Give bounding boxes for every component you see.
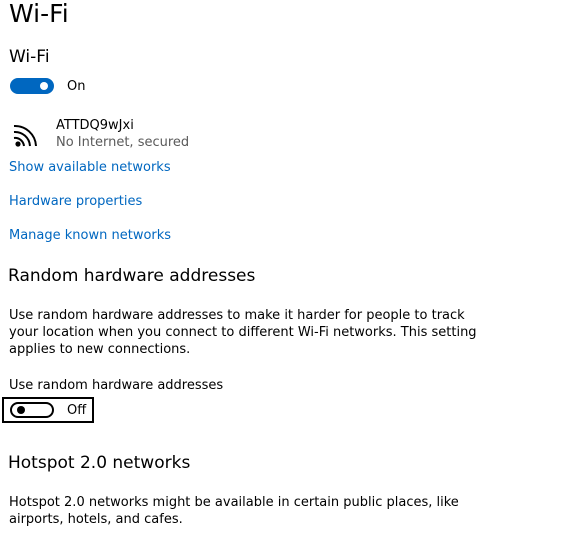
random-hardware-description: Use random hardware addresses to make it… — [9, 308, 477, 357]
show-available-networks-link[interactable]: Show available networks — [9, 160, 171, 176]
random-hardware-toggle-state: Off — [67, 403, 87, 418]
wifi-section-title: Wi-Fi — [9, 47, 50, 67]
random-hardware-toggle[interactable] — [10, 402, 54, 418]
toggle-knob — [40, 82, 48, 90]
network-status: No Internet, secured — [56, 135, 190, 150]
page-title: Wi-Fi — [9, 0, 69, 28]
hotspot-title: Hotspot 2.0 networks — [8, 453, 191, 473]
manage-known-networks-link[interactable]: Manage known networks — [9, 228, 171, 244]
wifi-toggle-state: On — [67, 79, 86, 94]
wifi-signal-icon — [13, 124, 37, 147]
wifi-toggle[interactable] — [10, 78, 54, 94]
hotspot-description: Hotspot 2.0 networks might be available … — [9, 495, 459, 527]
random-hardware-title: Random hardware addresses — [8, 266, 256, 286]
network-name: ATTDQ9wJxi — [56, 118, 134, 133]
random-hardware-setting-label: Use random hardware addresses — [9, 378, 224, 393]
toggle-knob — [17, 406, 25, 414]
hardware-properties-link[interactable]: Hardware properties — [9, 194, 142, 210]
